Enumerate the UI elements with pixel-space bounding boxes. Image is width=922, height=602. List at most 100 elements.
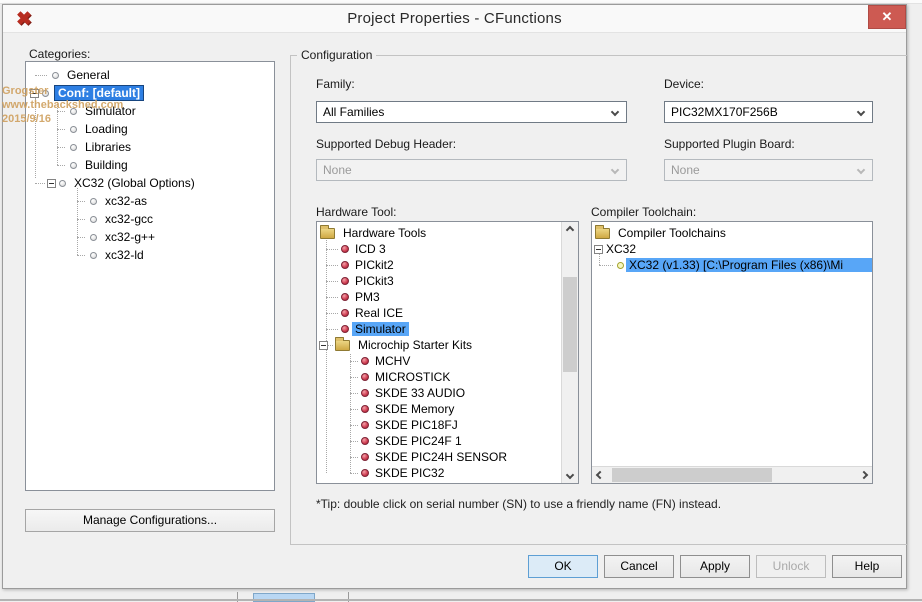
tree-item-label: xc32-gcc	[102, 212, 156, 226]
tree-connector	[326, 329, 338, 330]
tree-item-pm3[interactable]: PM3	[317, 289, 561, 305]
folder-icon	[595, 228, 610, 239]
tree-item-skde-pic32[interactable]: SKDE PIC32	[317, 465, 561, 481]
tree-item-label-selected: XC32 (v1.33) [C:\Program Files (x86)\Mi	[626, 258, 872, 272]
screen: ✖ Project Properties - CFunctions ✕ Cate…	[0, 0, 922, 602]
scrollbar-thumb[interactable]	[563, 277, 577, 372]
family-select[interactable]: All Families	[316, 101, 627, 123]
chevron-down-icon	[611, 108, 619, 116]
tree-item-xc32-gpp[interactable]: xc32-g++	[26, 228, 274, 246]
tree-guide	[599, 254, 600, 265]
tree-connector	[350, 425, 358, 426]
collapse-icon[interactable]	[594, 245, 603, 254]
tree-item-label: XC32	[603, 242, 639, 256]
node-bullet-icon	[70, 126, 77, 133]
tool-bullet-icon	[341, 277, 349, 285]
tree-connector	[350, 361, 358, 362]
tree-item-xc32-gcc[interactable]: xc32-gcc	[26, 210, 274, 228]
categories-tree: General Conf: [default] Simulator Loadin…	[25, 61, 275, 491]
tree-item-pickit2[interactable]: PICkit2	[317, 257, 561, 273]
tree-item-xc32-ld[interactable]: xc32-ld	[26, 246, 274, 264]
tree-connector	[599, 265, 613, 266]
tree-item-skde-pic18fj[interactable]: SKDE PIC18FJ	[317, 417, 561, 433]
collapse-icon[interactable]	[319, 341, 328, 350]
tree-item-pickit3[interactable]: PICkit3	[317, 273, 561, 289]
tree-item-conf-default[interactable]: Conf: [default]	[26, 84, 274, 102]
tool-bullet-icon	[361, 453, 369, 461]
tree-item-skde-memory[interactable]: SKDE Memory	[317, 401, 561, 417]
hardware-tool-tree: Hardware Tools ICD 3 PICkit2 PICkit3 PM3	[316, 221, 579, 484]
tree-item-libraries[interactable]: Libraries	[26, 138, 274, 156]
ok-button[interactable]: OK	[528, 555, 598, 578]
tree-connector	[35, 75, 47, 76]
tree-item-skde-pic24h-sensor[interactable]: SKDE PIC24H SENSOR	[317, 449, 561, 465]
categories-label: Categories:	[29, 47, 90, 61]
collapse-icon[interactable]	[30, 89, 39, 98]
help-button[interactable]: Help	[832, 555, 902, 578]
tool-bullet-icon	[361, 389, 369, 397]
tree-item-xc32-global[interactable]: XC32 (Global Options)	[26, 174, 274, 192]
tree-item-label: Hardware Tools	[340, 226, 429, 240]
tree-connector	[326, 249, 338, 250]
tree-guide	[326, 240, 327, 473]
tree-item-microstick[interactable]: MICROSTICK	[317, 369, 561, 385]
tree-item-label: PICkit3	[352, 274, 397, 288]
tree-connector	[350, 393, 358, 394]
tree-item-building[interactable]: Building	[26, 156, 274, 174]
node-bullet-icon	[70, 144, 77, 151]
tree-item-label: SKDE Memory	[372, 402, 457, 416]
family-label: Family:	[316, 77, 355, 91]
scroll-left-icon[interactable]	[592, 467, 608, 483]
tree-item-label: SKDE PIC18FJ	[372, 418, 461, 432]
node-bullet-icon	[70, 108, 77, 115]
tree-guide	[350, 354, 351, 473]
collapse-icon[interactable]	[47, 179, 56, 188]
node-bullet-icon	[70, 162, 77, 169]
node-bullet-icon	[42, 90, 49, 97]
tree-item-simulator[interactable]: Simulator	[26, 102, 274, 120]
tree-item-loading[interactable]: Loading	[26, 120, 274, 138]
tool-bullet-icon	[341, 293, 349, 301]
tree-item-hardware-tools[interactable]: Hardware Tools	[317, 225, 561, 241]
tree-connector	[326, 281, 338, 282]
tool-bullet-icon	[361, 421, 369, 429]
tree-guide	[77, 188, 78, 255]
scrollbar-thumb[interactable]	[612, 468, 772, 482]
tree-item-real-ice[interactable]: Real ICE	[317, 305, 561, 321]
tool-bullet-icon	[361, 405, 369, 413]
close-button[interactable]: ✕	[868, 5, 906, 29]
tree-item-label: SKDE PIC24F 1	[372, 434, 465, 448]
title-bar[interactable]: ✖ Project Properties - CFunctions ✕	[3, 5, 906, 33]
tree-item-compiler-toolchains[interactable]: Compiler Toolchains	[592, 225, 872, 241]
tree-item-label: Simulator	[82, 104, 139, 118]
node-bullet-icon	[90, 252, 97, 259]
device-label: Device:	[664, 77, 704, 91]
tool-bullet-icon	[361, 469, 369, 477]
apply-button[interactable]: Apply	[680, 555, 750, 578]
tree-item-xc32-v133[interactable]: XC32 (v1.33) [C:\Program Files (x86)\Mi	[592, 257, 872, 273]
tree-item-xc32-toolchain[interactable]: XC32	[592, 241, 872, 257]
tree-item-label: Real ICE	[352, 306, 406, 320]
tree-connector	[350, 441, 358, 442]
tree-item-icd3[interactable]: ICD 3	[317, 241, 561, 257]
tool-bullet-icon	[361, 437, 369, 445]
tree-item-simulator-tool[interactable]: Simulator	[317, 321, 561, 337]
scroll-right-icon[interactable]	[856, 467, 872, 483]
debug-header-select: None	[316, 159, 627, 181]
tree-item-skde-33-audio[interactable]: SKDE 33 AUDIO	[317, 385, 561, 401]
tree-item-general[interactable]: General	[26, 66, 274, 84]
vertical-scrollbar[interactable]	[561, 222, 578, 483]
tree-item-label: Microchip Starter Kits	[355, 338, 475, 352]
tree-item-label: Libraries	[82, 140, 134, 154]
horizontal-scrollbar[interactable]	[592, 466, 872, 483]
tree-item-mchv[interactable]: MCHV	[317, 353, 561, 369]
scroll-up-icon[interactable]	[562, 222, 578, 238]
tree-item-xc32-as[interactable]: xc32-as	[26, 192, 274, 210]
cancel-button[interactable]: Cancel	[604, 555, 674, 578]
device-select[interactable]: PIC32MX170F256B	[664, 101, 873, 123]
family-value: All Families	[323, 105, 384, 119]
scroll-down-icon[interactable]	[562, 467, 578, 483]
manage-configurations-button[interactable]: Manage Configurations...	[25, 509, 275, 532]
tree-item-skde-pic24f1[interactable]: SKDE PIC24F 1	[317, 433, 561, 449]
tree-item-starter-kits[interactable]: Microchip Starter Kits	[317, 337, 561, 353]
